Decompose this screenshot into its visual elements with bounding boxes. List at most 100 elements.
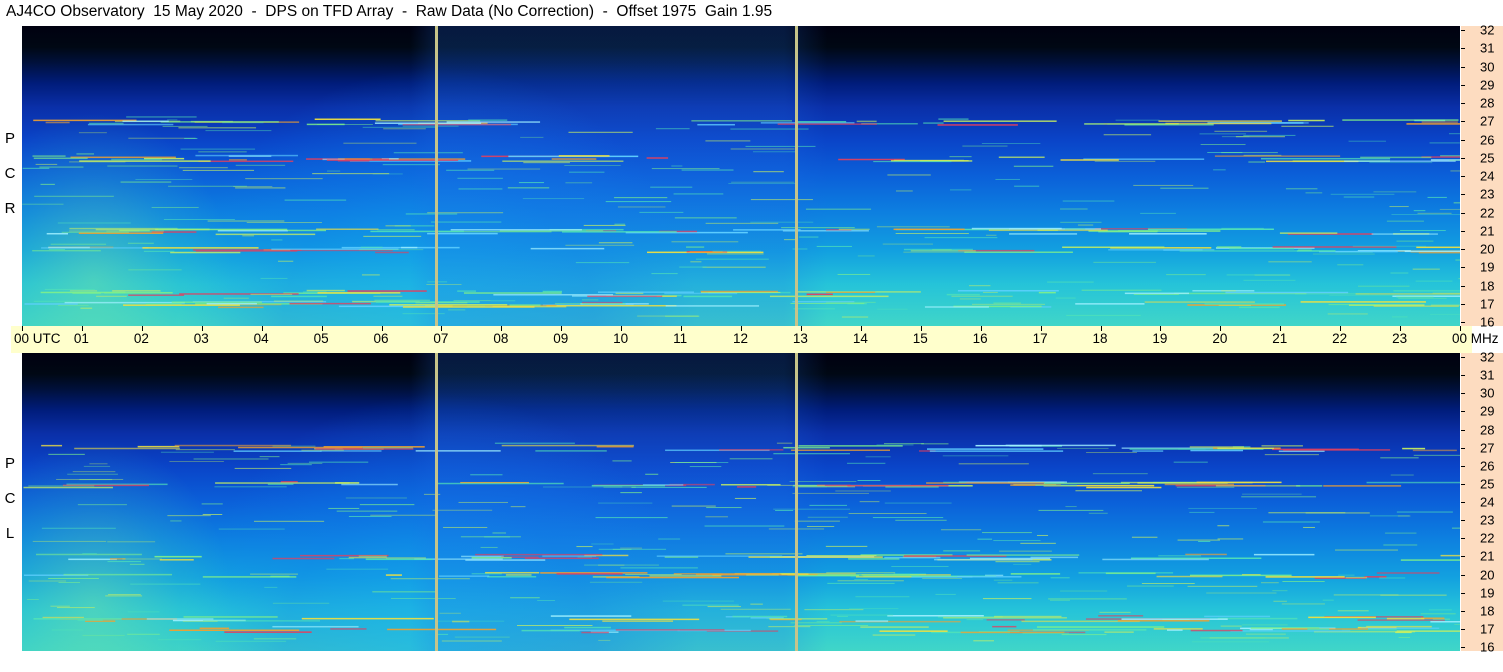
signal-trace xyxy=(1118,230,1159,232)
freq-tick xyxy=(1461,592,1465,594)
signal-trace xyxy=(111,158,162,161)
freq-label: 21 xyxy=(1480,548,1495,564)
signal-trace xyxy=(1218,304,1252,306)
signal-trace xyxy=(595,517,668,519)
signal-trace xyxy=(612,460,632,462)
signal-trace xyxy=(1389,206,1409,208)
signal-trace xyxy=(1283,449,1391,451)
signal-trace xyxy=(857,255,875,257)
time-label: 00 MHz xyxy=(1452,331,1499,346)
signal-trace xyxy=(1297,249,1312,251)
signal-trace xyxy=(558,155,610,157)
signal-trace xyxy=(649,575,722,577)
signal-trace xyxy=(46,232,68,235)
signal-trace xyxy=(883,573,910,575)
signal-trace xyxy=(326,568,389,570)
freq-label: 27 xyxy=(1480,440,1495,456)
signal-trace xyxy=(41,527,116,529)
signal-trace xyxy=(1166,274,1206,276)
signal-trace xyxy=(198,151,247,153)
signal-trace xyxy=(969,557,1051,560)
signal-trace xyxy=(790,302,865,304)
signal-trace xyxy=(250,573,298,575)
signal-trace xyxy=(942,455,1009,457)
signal-trace xyxy=(57,222,131,224)
signal-trace xyxy=(168,185,247,187)
signal-trace xyxy=(202,513,223,515)
signal-trace xyxy=(159,559,194,561)
signal-trace xyxy=(259,456,280,458)
freq-tick xyxy=(1461,393,1465,395)
signal-trace xyxy=(224,631,312,633)
freq-label: 27 xyxy=(1480,113,1495,129)
signal-trace xyxy=(246,222,322,224)
signal-trace xyxy=(583,224,626,226)
frequency-axis-bottom: 16 17 18 19 20 21 22 23 24 25 26 27 28 29 30 31 32 xyxy=(1461,350,1503,655)
signal-trace xyxy=(1396,240,1434,242)
signal-trace xyxy=(112,290,161,292)
signal-trace xyxy=(639,211,684,213)
signal-trace xyxy=(341,246,460,249)
signal-trace xyxy=(1360,156,1432,159)
signal-trace xyxy=(199,627,230,630)
signal-trace xyxy=(207,220,285,222)
signal-trace xyxy=(34,195,114,197)
signal-trace xyxy=(884,556,941,559)
signal-trace xyxy=(1386,617,1425,620)
freq-tick xyxy=(1461,139,1465,141)
signal-trace xyxy=(1066,314,1141,316)
signal-trace xyxy=(377,229,415,231)
signal-trace xyxy=(502,160,624,162)
signal-trace xyxy=(1385,532,1417,534)
signal-trace xyxy=(701,291,781,293)
signal-trace xyxy=(348,515,392,517)
time-label: 21 xyxy=(1272,331,1288,346)
signal-trace xyxy=(524,557,599,560)
signal-trace xyxy=(921,443,949,445)
time-label: 13 xyxy=(792,331,808,346)
signal-trace xyxy=(650,186,693,188)
freq-label: 29 xyxy=(1480,403,1495,419)
signal-trace xyxy=(1279,232,1338,234)
lcp-label-1: P xyxy=(4,455,15,472)
signal-trace xyxy=(135,178,193,180)
signal-trace xyxy=(816,245,853,247)
signal-trace xyxy=(128,294,185,296)
signal-trace xyxy=(1449,159,1460,161)
signal-trace xyxy=(1064,228,1086,230)
signal-trace xyxy=(1398,297,1447,299)
signal-trace xyxy=(48,249,65,251)
signal-trace xyxy=(884,502,952,504)
signal-trace xyxy=(972,303,1045,305)
signal-trace xyxy=(520,136,544,138)
signal-trace xyxy=(957,290,1059,292)
signal-trace xyxy=(1366,481,1460,484)
signal-trace xyxy=(170,520,182,522)
signal-trace xyxy=(725,553,803,555)
signal-trace xyxy=(1060,221,1102,223)
freq-label: 17 xyxy=(1480,621,1495,637)
signal-trace xyxy=(457,290,476,292)
signal-trace xyxy=(1386,220,1424,222)
signal-trace xyxy=(542,555,597,557)
signal-trace xyxy=(1214,130,1268,132)
signal-trace xyxy=(662,600,734,602)
signal-trace xyxy=(576,546,593,548)
signal-trace xyxy=(1129,233,1207,235)
signal-trace xyxy=(962,145,1008,147)
signal-trace xyxy=(1062,200,1115,202)
signal-trace xyxy=(218,528,285,530)
signal-trace xyxy=(1010,573,1061,575)
signal-trace xyxy=(1337,610,1369,612)
signal-trace xyxy=(48,246,90,249)
signal-trace xyxy=(390,598,456,600)
signal-trace xyxy=(385,225,411,227)
signal-trace xyxy=(1451,527,1460,529)
signal-trace xyxy=(1242,493,1302,495)
signal-trace xyxy=(865,456,891,458)
signal-trace xyxy=(1352,245,1426,247)
signal-trace xyxy=(1049,599,1070,601)
signal-trace xyxy=(178,167,228,169)
signal-trace xyxy=(56,607,95,609)
signal-trace xyxy=(143,250,175,252)
